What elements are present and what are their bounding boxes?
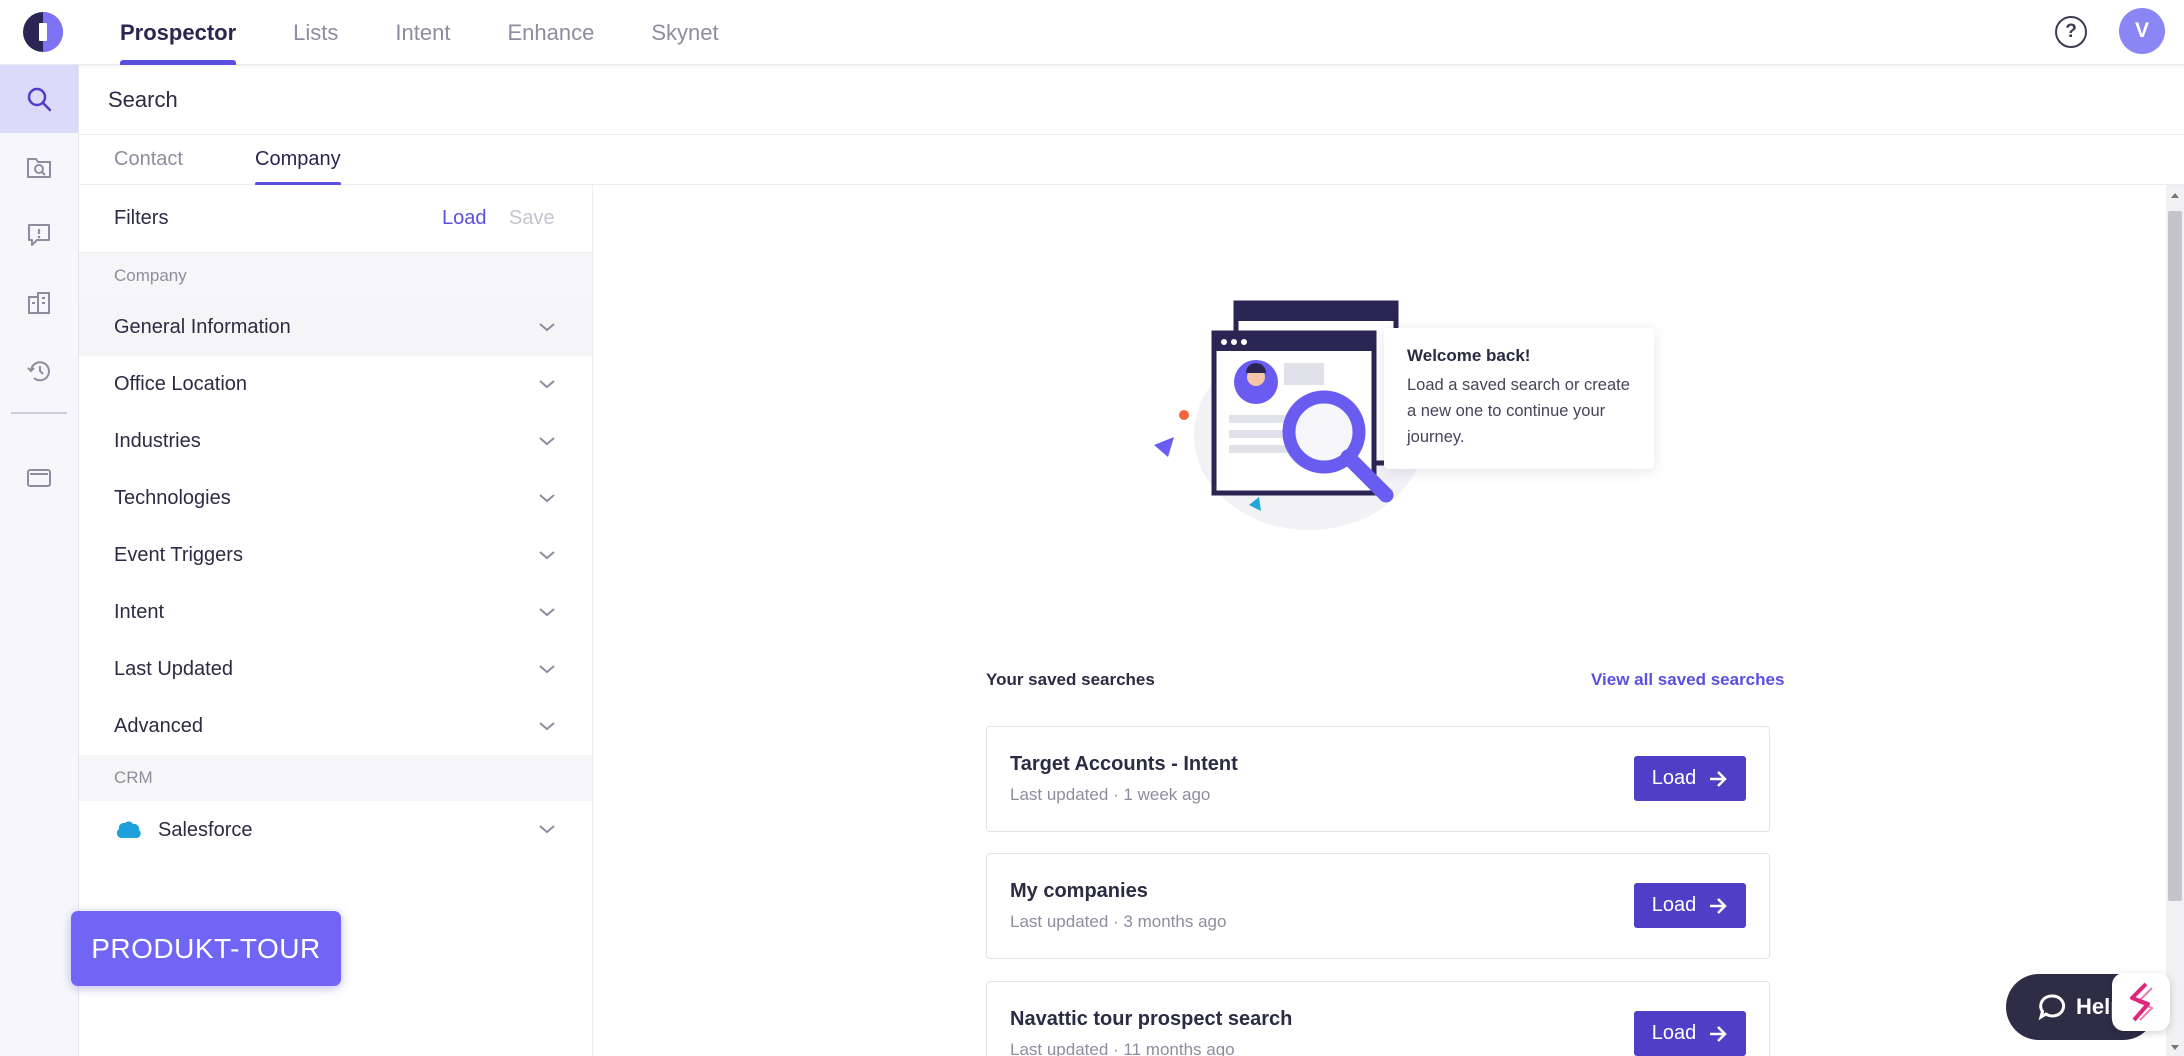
wallet-icon[interactable]	[0, 443, 78, 511]
chevron-down-icon	[539, 322, 555, 331]
page-title: Search	[79, 65, 2184, 135]
arrow-right-icon	[1710, 1025, 1728, 1042]
nav-tab-skynet[interactable]: Skynet	[651, 0, 718, 65]
scroll-up-arrow-icon[interactable]	[2171, 193, 2179, 198]
alert-icon[interactable]	[0, 201, 78, 269]
filter-label: General Information	[114, 316, 291, 338]
filters-load-button[interactable]: Load	[442, 207, 487, 230]
filter-industries[interactable]: Industries	[79, 413, 592, 470]
filters-header: Filters Load Save	[79, 185, 592, 253]
saved-search-name: Navattic tour prospect search	[1010, 1008, 1293, 1030]
load-saved-search-button[interactable]: Load	[1634, 756, 1746, 801]
main-content: Welcome back! Load a saved search or cre…	[594, 185, 2166, 1056]
filter-label: Industries	[114, 430, 201, 452]
saved-search-card: Target Accounts - Intent Last updated · …	[986, 726, 1770, 832]
scroll-thumb[interactable]	[2168, 211, 2182, 901]
welcome-title: Welcome back!	[1407, 346, 1531, 365]
chevron-down-icon	[539, 379, 555, 388]
filter-label: Intent	[114, 601, 165, 623]
load-saved-search-button[interactable]: Load	[1634, 883, 1746, 928]
company-icon[interactable]	[0, 269, 78, 337]
view-all-saved-searches-link[interactable]: View all saved searches	[1591, 670, 1784, 690]
saved-search-icon[interactable]	[0, 133, 78, 201]
saved-searches-title: Your saved searches	[986, 670, 1155, 689]
scroll-down-arrow-icon[interactable]	[2171, 1045, 2179, 1050]
saved-search-card: My companies Last updated · 3 months ago…	[986, 853, 1770, 959]
load-button-label: Load	[1651, 1022, 1697, 1044]
app-logo-icon[interactable]	[22, 11, 64, 53]
filter-label: Advanced	[114, 715, 203, 737]
load-button-label: Load	[1651, 894, 1697, 916]
icon-sidebar	[0, 65, 79, 1056]
filter-advanced[interactable]: Advanced	[79, 698, 592, 755]
tab-company[interactable]: Company	[255, 135, 341, 186]
chevron-down-icon	[539, 607, 555, 616]
chevron-down-icon	[539, 493, 555, 502]
tab-contact[interactable]: Contact	[114, 135, 183, 184]
chevron-down-icon	[539, 550, 555, 559]
nav-tab-prospector[interactable]: Prospector	[120, 0, 237, 65]
main-scrollbar[interactable]	[2166, 185, 2184, 1056]
load-button-label: Load	[1651, 767, 1697, 789]
saved-search-meta: Last updated · 11 months ago	[1010, 1040, 1235, 1056]
saved-search-name: Target Accounts - Intent	[1010, 753, 1238, 775]
section-label-company: Company	[79, 253, 592, 299]
chevron-down-icon	[539, 436, 555, 445]
filter-intent[interactable]: Intent	[79, 584, 592, 641]
arrow-right-icon	[1710, 897, 1728, 914]
search-type-tabs: Contact Company	[79, 135, 2184, 186]
sidebar-divider	[11, 412, 67, 414]
search-icon[interactable]	[0, 65, 78, 133]
saved-search-card: Navattic tour prospect search Last updat…	[986, 981, 1770, 1056]
main-nav-tabs: Prospector Lists Intent Enhance Skynet	[120, 0, 776, 65]
filter-office-location[interactable]: Office Location	[79, 356, 592, 413]
product-tour-button[interactable]: PRODUKT-TOUR	[71, 911, 341, 986]
nav-tab-enhance[interactable]: Enhance	[507, 0, 594, 65]
welcome-tooltip: Welcome back! Load a saved search or cre…	[1384, 328, 1654, 469]
filters-save-button[interactable]: Save	[509, 207, 555, 230]
filter-last-updated[interactable]: Last Updated	[79, 641, 592, 698]
saved-search-meta: Last updated · 1 week ago	[1010, 785, 1211, 804]
question-circle-icon[interactable]: ?	[2055, 16, 2087, 48]
arrow-right-icon	[1710, 770, 1728, 787]
user-avatar[interactable]: V	[2119, 8, 2165, 54]
chat-bubble-icon	[2038, 994, 2066, 1021]
filter-label: Office Location	[114, 373, 248, 395]
filter-label: Technologies	[114, 487, 231, 509]
widget-brand-icon[interactable]	[2112, 973, 2170, 1031]
filters-title: Filters	[114, 207, 169, 229]
nav-tab-intent[interactable]: Intent	[395, 0, 450, 65]
filter-label: Last Updated	[114, 658, 233, 680]
section-label-crm: CRM	[79, 755, 592, 801]
saved-search-meta: Last updated · 3 months ago	[1010, 912, 1227, 931]
chevron-down-icon	[539, 825, 555, 834]
welcome-text: Load a saved search or create a new one …	[1407, 376, 1630, 446]
filter-event-triggers[interactable]: Event Triggers	[79, 527, 592, 584]
filter-salesforce[interactable]: Salesforce	[79, 801, 592, 859]
salesforce-logo-icon	[116, 821, 141, 839]
saved-search-name: My companies	[1010, 880, 1148, 902]
filter-general-information[interactable]: General Information	[79, 299, 592, 356]
chevron-down-icon	[539, 664, 555, 673]
chevron-down-icon	[539, 721, 555, 730]
load-saved-search-button[interactable]: Load	[1634, 1011, 1746, 1056]
nav-tab-lists[interactable]: Lists	[293, 0, 338, 65]
history-icon[interactable]	[0, 337, 78, 405]
filter-label: Event Triggers	[114, 544, 243, 566]
top-navigation: Prospector Lists Intent Enhance Skynet ?…	[0, 0, 2184, 65]
filter-label: Salesforce	[158, 818, 253, 841]
filter-technologies[interactable]: Technologies	[79, 470, 592, 527]
